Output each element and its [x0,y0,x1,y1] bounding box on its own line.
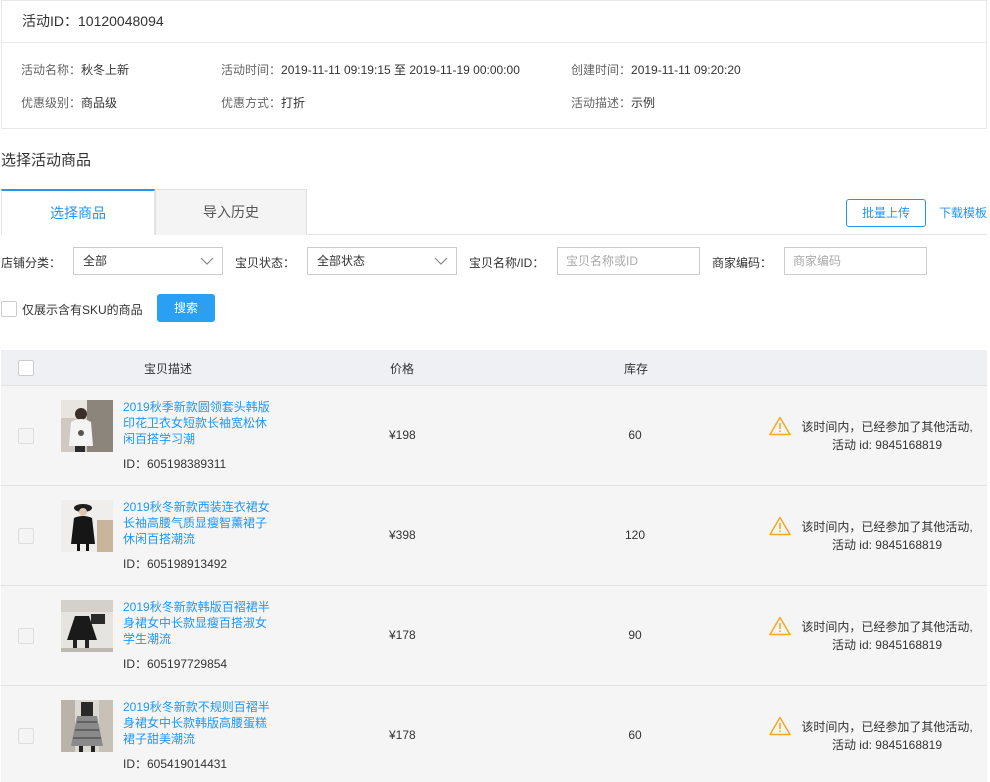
conflict-warning: 该时间内，已经参加了其他活动, 活动 id: 9845168819 [797,618,977,654]
header-price: 价格 [390,362,415,376]
discount-level-value: 商品级 [81,96,118,110]
table-row: 2019秋冬新款西装连衣裙女长袖高腰气质显瘦智薰裙子休闲百搭潮流 ID：6051… [1,486,987,586]
warning-icon [769,716,791,736]
conflict-warning: 该时间内，已经参加了其他活动, 活动 id: 9845168819 [797,418,977,454]
warning-line1: 该时间内，已经参加了其他活动, [801,620,973,634]
product-id: ID：605198913492 [123,557,228,571]
search-button[interactable]: 搜索 [157,294,215,322]
activity-info-card: 活动ID：10120048094 活动名称：秋冬上新 活动时间：2019-11-… [1,0,987,129]
tab-divider [306,234,987,235]
sku-only-label: 仅展示含有SKU的商品 [22,303,143,317]
product-price: ¥178 [389,628,416,642]
merchant-code-filter-label: 商家编码： [712,256,773,270]
category-select[interactable]: 全部 [73,247,223,275]
category-filter-label: 店铺分类： [1,256,62,270]
status-filter-label: 宝贝状态： [235,256,296,270]
activity-id-label: 活动ID： [22,13,78,29]
product-id: ID：605419014431 [123,757,228,771]
activity-desc-label: 活动描述： [571,96,632,110]
product-name-link[interactable]: 2019秋冬新款韩版百褶裙半身裙女中长款显瘦百搭淑女学生潮流 [123,599,275,647]
warning-line1: 该时间内，已经参加了其他活动, [801,520,973,534]
activity-created-label: 创建时间： [571,63,632,77]
product-price: ¥198 [389,428,416,442]
product-thumbnail [61,400,113,452]
product-stock: 60 [628,728,642,742]
product-thumbnail [61,500,113,552]
product-stock: 120 [624,528,646,542]
product-name-link[interactable]: 2019秋冬新款西装连衣裙女长袖高腰气质显瘦智薰裙子休闲百搭潮流 [123,499,275,547]
product-price: ¥398 [389,528,416,542]
discount-method-label: 优惠方式： [221,96,282,110]
header-stock: 库存 [624,362,649,376]
category-select-value: 全部 [83,254,108,268]
product-thumbnail [61,600,113,652]
product-name-link[interactable]: 2019秋季新款圆领套头韩版印花卫衣女短款长袖宽松休闲百搭学习潮 [123,399,275,447]
discount-level-field: 优惠级别：商品级 [21,94,117,111]
select-all-checkbox[interactable] [18,360,34,376]
warning-line2: 活动 id: 9845168819 [831,638,943,652]
row-checkbox[interactable] [18,628,34,644]
activity-id-row: 活动ID：10120048094 [2,1,986,43]
table-row: 2019秋冬新款韩版百褶裙半身裙女中长款显瘦百搭淑女学生潮流 ID：605197… [1,586,987,686]
sku-only-checkbox[interactable] [1,301,17,317]
activity-created-field: 创建时间：2019-11-11 09:20:20 [571,61,741,78]
activity-name-field: 活动名称：秋冬上新 [21,61,129,78]
merchant-code-input[interactable] [784,247,927,275]
section-title: 选择活动商品 [1,152,92,169]
batch-upload-button[interactable]: 批量上传 [846,199,926,227]
warning-icon [769,416,791,436]
status-select-value: 全部状态 [317,254,366,268]
table-row: 2019秋冬新款不规则百褶半身裙女中长款韩版高腰蛋糕裙子甜美潮流 ID：6054… [1,686,987,782]
warning-line2: 活动 id: 9845168819 [831,738,943,752]
chevron-down-icon [434,257,448,265]
table-header: 宝贝描述 价格 库存 [1,350,987,386]
discount-method-value: 打折 [281,96,306,110]
status-select[interactable]: 全部状态 [307,247,457,275]
header-desc: 宝贝描述 [144,362,193,376]
product-thumbnail [61,700,113,752]
product-stock: 60 [628,428,642,442]
discount-level-label: 优惠级别： [21,96,82,110]
activity-created-value: 2019-11-11 09:20:20 [631,63,741,77]
warning-line2: 活动 id: 9845168819 [831,538,943,552]
product-table: 宝贝描述 价格 库存 2019秋季新款圆领套头韩版印花卫衣女短款长袖宽松休闲百搭… [1,350,987,782]
product-price: ¥178 [389,728,416,742]
tab-import-history[interactable]: 导入历史 [155,189,307,235]
warning-line1: 该时间内，已经参加了其他活动, [801,720,973,734]
table-row: 2019秋季新款圆领套头韩版印花卫衣女短款长袖宽松休闲百搭学习潮 ID：6051… [1,386,987,486]
product-stock: 90 [628,628,642,642]
warning-icon [769,516,791,536]
product-name-filter-label: 宝贝名称/ID： [469,256,545,270]
download-template-link[interactable]: 下载模板 [939,204,987,221]
row-checkbox[interactable] [18,728,34,744]
warning-line2: 活动 id: 9845168819 [831,438,943,452]
product-id: ID：605198389311 [123,457,227,471]
row-checkbox[interactable] [18,528,34,544]
activity-desc-value: 示例 [631,96,656,110]
activity-name-label: 活动名称： [21,63,82,77]
activity-id-value: 10120048094 [78,13,164,29]
product-name-input[interactable] [557,247,700,275]
warning-line1: 该时间内，已经参加了其他活动, [801,420,973,434]
row-checkbox[interactable] [18,428,34,444]
conflict-warning: 该时间内，已经参加了其他活动, 活动 id: 9845168819 [797,518,977,554]
activity-time-value: 2019-11-11 09:19:15 至 2019-11-19 00:00:0… [281,63,520,77]
conflict-warning: 该时间内，已经参加了其他活动, 活动 id: 9845168819 [797,718,977,754]
tab-select-products[interactable]: 选择商品 [1,189,155,235]
activity-name-value: 秋冬上新 [81,63,130,77]
activity-time-label: 活动时间： [221,63,282,77]
activity-desc-field: 活动描述：示例 [571,94,655,111]
warning-icon [769,616,791,636]
chevron-down-icon [200,257,214,265]
activity-time-field: 活动时间：2019-11-11 09:19:15 至 2019-11-19 00… [221,61,520,78]
discount-method-field: 优惠方式：打折 [221,94,305,111]
product-id: ID：605197729854 [123,657,228,671]
product-name-link[interactable]: 2019秋冬新款不规则百褶半身裙女中长款韩版高腰蛋糕裙子甜美潮流 [123,699,275,747]
